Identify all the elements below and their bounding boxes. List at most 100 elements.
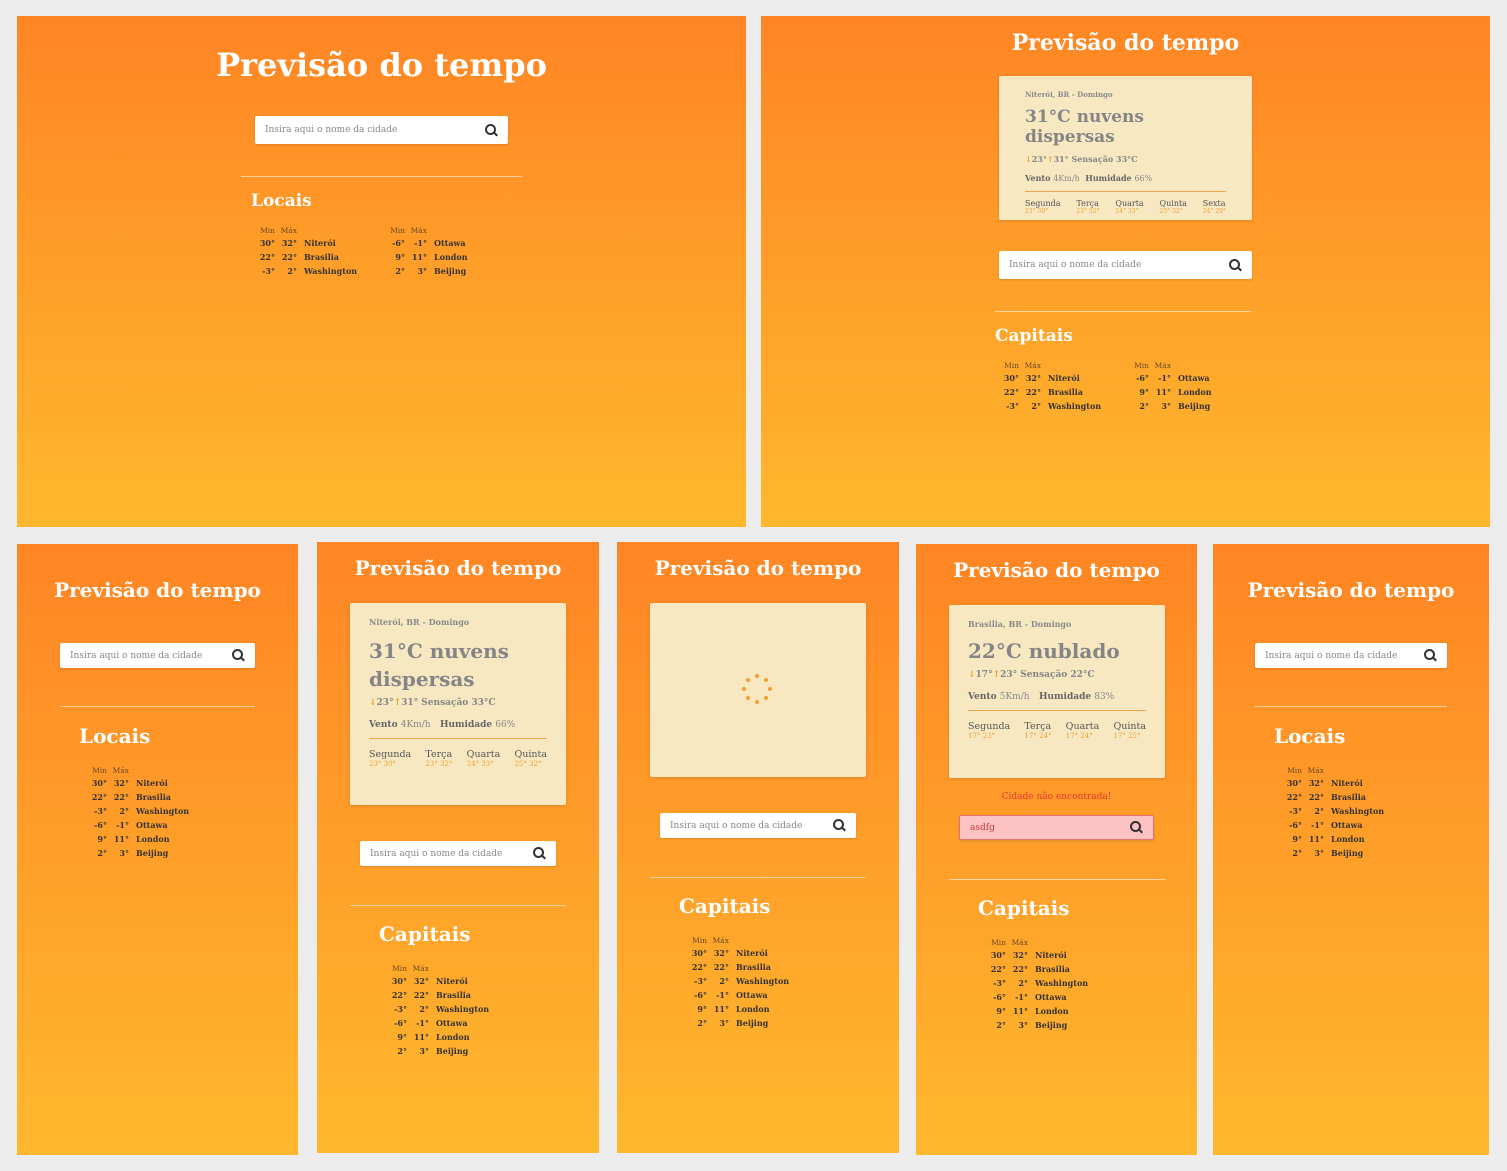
card-minmax: ↓23°↑31° Sensação 33°C bbox=[1025, 154, 1138, 164]
table-row: 30° 32° Niterói bbox=[1003, 373, 1080, 383]
search-bar[interactable] bbox=[255, 116, 508, 144]
card-temperature: 31°C nuvens dispersas bbox=[1025, 107, 1144, 147]
table-header: Min Máx bbox=[1134, 361, 1171, 370]
arrow-down-icon: ↓ bbox=[1025, 154, 1032, 164]
weather-card: Niterói, BR - Domingo 31°C nuvens disper… bbox=[350, 603, 566, 805]
table-header: Min Máx bbox=[991, 938, 1028, 947]
card-location: Brasilia, BR - Domingo bbox=[968, 619, 1072, 629]
search-bar-error[interactable] bbox=[959, 815, 1154, 840]
forecast-day: Segunda 17° 23° bbox=[968, 721, 1011, 740]
table-row: 2° 3° Beijing bbox=[996, 1020, 1068, 1030]
divider bbox=[60, 706, 255, 707]
search-input[interactable] bbox=[1009, 260, 1229, 270]
table-header: Min Máx bbox=[692, 936, 729, 945]
search-input[interactable] bbox=[265, 125, 485, 135]
search-icon[interactable] bbox=[833, 819, 846, 832]
forecast-days: Segunda 23° 30° Terça 23° 32° Quarta 24° 33… bbox=[369, 749, 547, 768]
forecast-day: Terça 17° 24° bbox=[1024, 721, 1052, 740]
table-row: -6° -1° Ottawa bbox=[1289, 820, 1363, 830]
divider bbox=[995, 311, 1251, 312]
table-row: 22° 22° Brasilia bbox=[259, 252, 339, 262]
search-bar[interactable] bbox=[60, 643, 255, 668]
search-input[interactable] bbox=[970, 822, 1130, 833]
cities-table: Min Máx 30° 32° Niterói 22° 22° Brasilia -3° 2… bbox=[984, 938, 1088, 1035]
page-title: Previsão do tempo bbox=[1011, 30, 1240, 56]
cities-table-right: Min Máx -6° -1° Ottawa 9° 11° London 2° 3° Beij… bbox=[383, 226, 468, 281]
search-icon[interactable] bbox=[1424, 649, 1437, 662]
search-bar[interactable] bbox=[360, 841, 556, 866]
arrow-up-icon: ↑ bbox=[1046, 154, 1054, 164]
search-bar[interactable] bbox=[660, 813, 856, 838]
table-row: -3° 2° Washington bbox=[1006, 401, 1102, 411]
table-row: 9° 11° London bbox=[97, 834, 170, 844]
search-icon[interactable] bbox=[232, 649, 245, 662]
search-bar[interactable] bbox=[999, 251, 1252, 279]
card-minmax: ↓23°↑31° Sensação 33°C bbox=[369, 698, 496, 708]
page-title: Previsão do tempo bbox=[654, 556, 862, 580]
section-title-capitais: Capitais bbox=[995, 326, 1073, 346]
card-temperature: 31°C nuvens dispersas bbox=[369, 639, 509, 691]
cities-table-right: Min Máx -6° -1° Ottawa 9° 11° London 2° 3° Beij… bbox=[1127, 361, 1211, 416]
table-header: Min Máx bbox=[392, 964, 429, 973]
table-row: 22° 22° Brasilia bbox=[1286, 792, 1366, 802]
forecast-day: Quinta 17° 25° bbox=[1113, 721, 1146, 740]
divider bbox=[241, 176, 522, 177]
mobile-loading-panel: Previsão do tempo Capitais MinMáx 30°32°… bbox=[617, 542, 899, 1153]
table-row: 30° 32° Niterói bbox=[691, 948, 768, 958]
page-title: Previsão do tempo bbox=[1247, 578, 1455, 602]
search-icon[interactable] bbox=[1130, 821, 1143, 834]
table-row: -3° 2° Washington bbox=[94, 806, 190, 816]
forecast-day: Terça 23° 32° bbox=[1076, 199, 1100, 215]
card-location: Niterói, BR - Domingo bbox=[369, 617, 470, 627]
search-input[interactable] bbox=[1265, 650, 1424, 661]
table-row: -6° -1° Ottawa bbox=[694, 990, 768, 1000]
error-message: Cidade não encontrada! bbox=[1001, 792, 1112, 802]
search-input[interactable] bbox=[370, 848, 533, 859]
table-row: 2° 3° Beijing bbox=[395, 266, 467, 276]
loading-card bbox=[650, 603, 866, 777]
table-header: Min Máx bbox=[1004, 361, 1041, 370]
table-header: Min Máx bbox=[253, 226, 357, 235]
table-row: -3° 2° Washington bbox=[993, 978, 1089, 988]
table-row: 30° 32° Niterói bbox=[91, 778, 168, 788]
desktop-initial-panel: Previsão do tempo Locais Min Máx 30°32°Ni… bbox=[17, 16, 746, 527]
cities-table-left: Min Máx 30° 32° Niterói 22° 22° Brasilia -3° 2… bbox=[997, 361, 1101, 416]
divider bbox=[949, 879, 1165, 880]
search-bar[interactable] bbox=[1255, 643, 1447, 668]
page-title: Previsão do tempo bbox=[354, 556, 562, 580]
forecast-days: Segunda 23° 30° Terça 23° 32° Quarta 24° 33… bbox=[1025, 199, 1226, 215]
table-row: -3° 2° Washington bbox=[694, 976, 790, 986]
search-icon[interactable] bbox=[485, 123, 498, 137]
min-header: Min bbox=[260, 226, 275, 235]
forecast-day: Terça 23° 32° bbox=[425, 749, 453, 768]
forecast-days: Segunda 17° 23° Terça 17° 24° Quarta 17° 24… bbox=[968, 721, 1146, 740]
search-icon[interactable] bbox=[533, 847, 546, 860]
card-wind-humidity: Vento 4Km/h Humidade 66% bbox=[369, 720, 516, 730]
section-title-locais: Locais bbox=[251, 191, 312, 211]
table-row: 9° 11° London bbox=[395, 252, 468, 262]
divider bbox=[1255, 706, 1447, 707]
mobile-initial-panel-2: Previsão do tempo Locais MinMáx 30°32°Ni… bbox=[1213, 544, 1489, 1155]
table-row: -6° -1° Ottawa bbox=[94, 820, 168, 830]
table-row: 22° 22° Brasilia bbox=[691, 962, 771, 972]
arrow-up-icon: ↑ bbox=[393, 698, 402, 708]
search-icon[interactable] bbox=[1229, 258, 1242, 272]
cities-table: Min Máx 30° 32° Niterói 22° 22° Brasilia -3° 2… bbox=[1280, 766, 1384, 863]
forecast-day: Sexta 24° 29° bbox=[1202, 199, 1226, 215]
table-row: -3° 2° Washington bbox=[262, 266, 358, 276]
table-row: 22° 22° Brasilia bbox=[990, 964, 1070, 974]
table-row: 9° 11° London bbox=[697, 1004, 770, 1014]
loading-spinner-icon bbox=[742, 674, 772, 704]
table-row: -6° -1° Ottawa bbox=[394, 1018, 468, 1028]
card-wind-humidity: Vento 4Km/h Humidade 66% bbox=[1025, 173, 1153, 183]
search-input[interactable] bbox=[670, 820, 833, 831]
table-row: 30° 32° Niterói bbox=[1286, 778, 1363, 788]
page-title: Previsão do tempo bbox=[953, 558, 1160, 582]
divider bbox=[350, 905, 566, 906]
page-title: Previsão do tempo bbox=[216, 46, 547, 84]
forecast-day: Quarta 17° 24° bbox=[1065, 721, 1100, 740]
cities-table: Min Máx 30° 32° Niterói 22° 22° Brasilia -3° 2… bbox=[385, 964, 489, 1061]
mobile-initial-panel: Previsão do tempo Locais MinMáx 30°32°Ni… bbox=[17, 544, 298, 1155]
max-header: Máx bbox=[280, 226, 297, 235]
search-input[interactable] bbox=[70, 650, 232, 661]
